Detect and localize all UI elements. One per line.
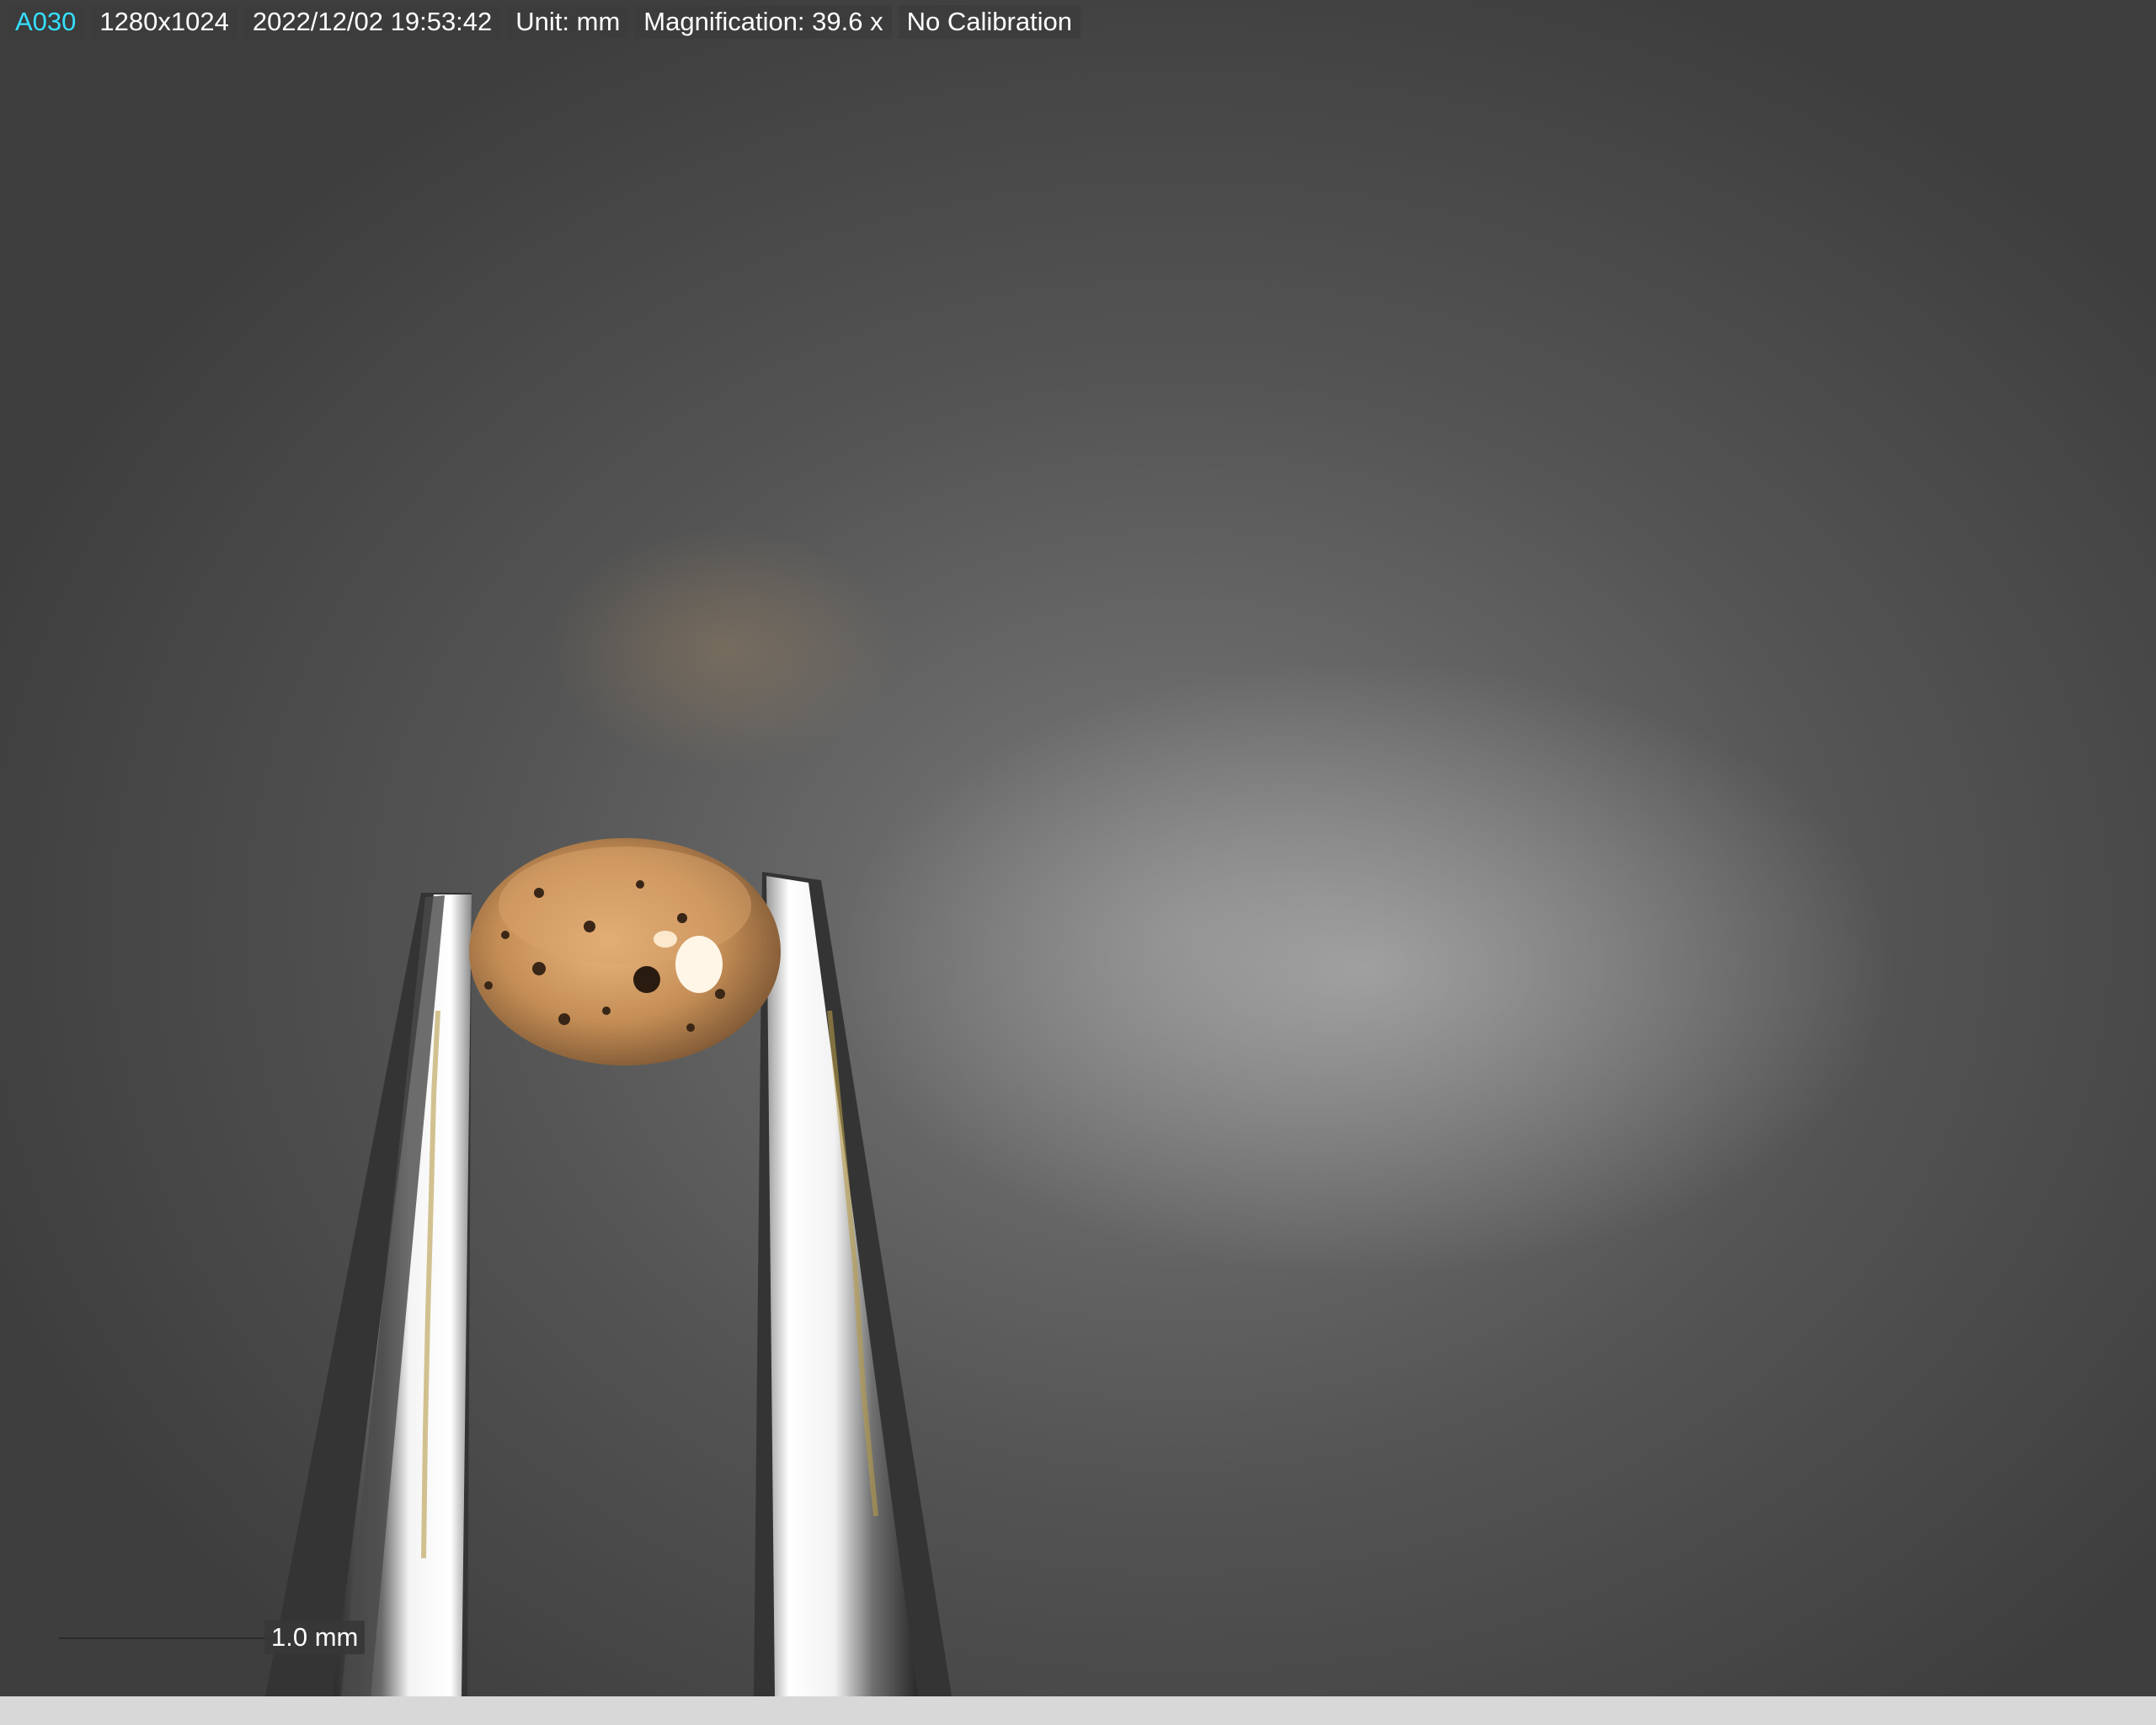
calibration-label: No Calibration: [898, 5, 1081, 39]
image-info-bar: A030 1280x1024 2022/12/02 19:53:42 Unit:…: [7, 5, 1081, 39]
scale-bar-label: 1.0 mm: [264, 1621, 366, 1654]
magnification-label: Magnification: 39.6 x: [635, 5, 892, 39]
tweezer-left-arm: [265, 893, 472, 1696]
unit-label: Unit: mm: [507, 5, 629, 39]
specimen-grain: [469, 838, 781, 1065]
microscope-viewport[interactable]: A030 1280x1024 2022/12/02 19:53:42 Unit:…: [0, 0, 2156, 1696]
scale-bar: 1.0 mm: [59, 1621, 372, 1654]
specimen-image: [265, 838, 952, 1696]
status-strip: [0, 1696, 2156, 1725]
camera-id-label: A030: [7, 5, 85, 39]
resolution-label: 1280x1024: [91, 5, 237, 39]
tweezer-right-arm: [754, 872, 952, 1696]
timestamp-label: 2022/12/02 19:53:42: [243, 5, 501, 39]
